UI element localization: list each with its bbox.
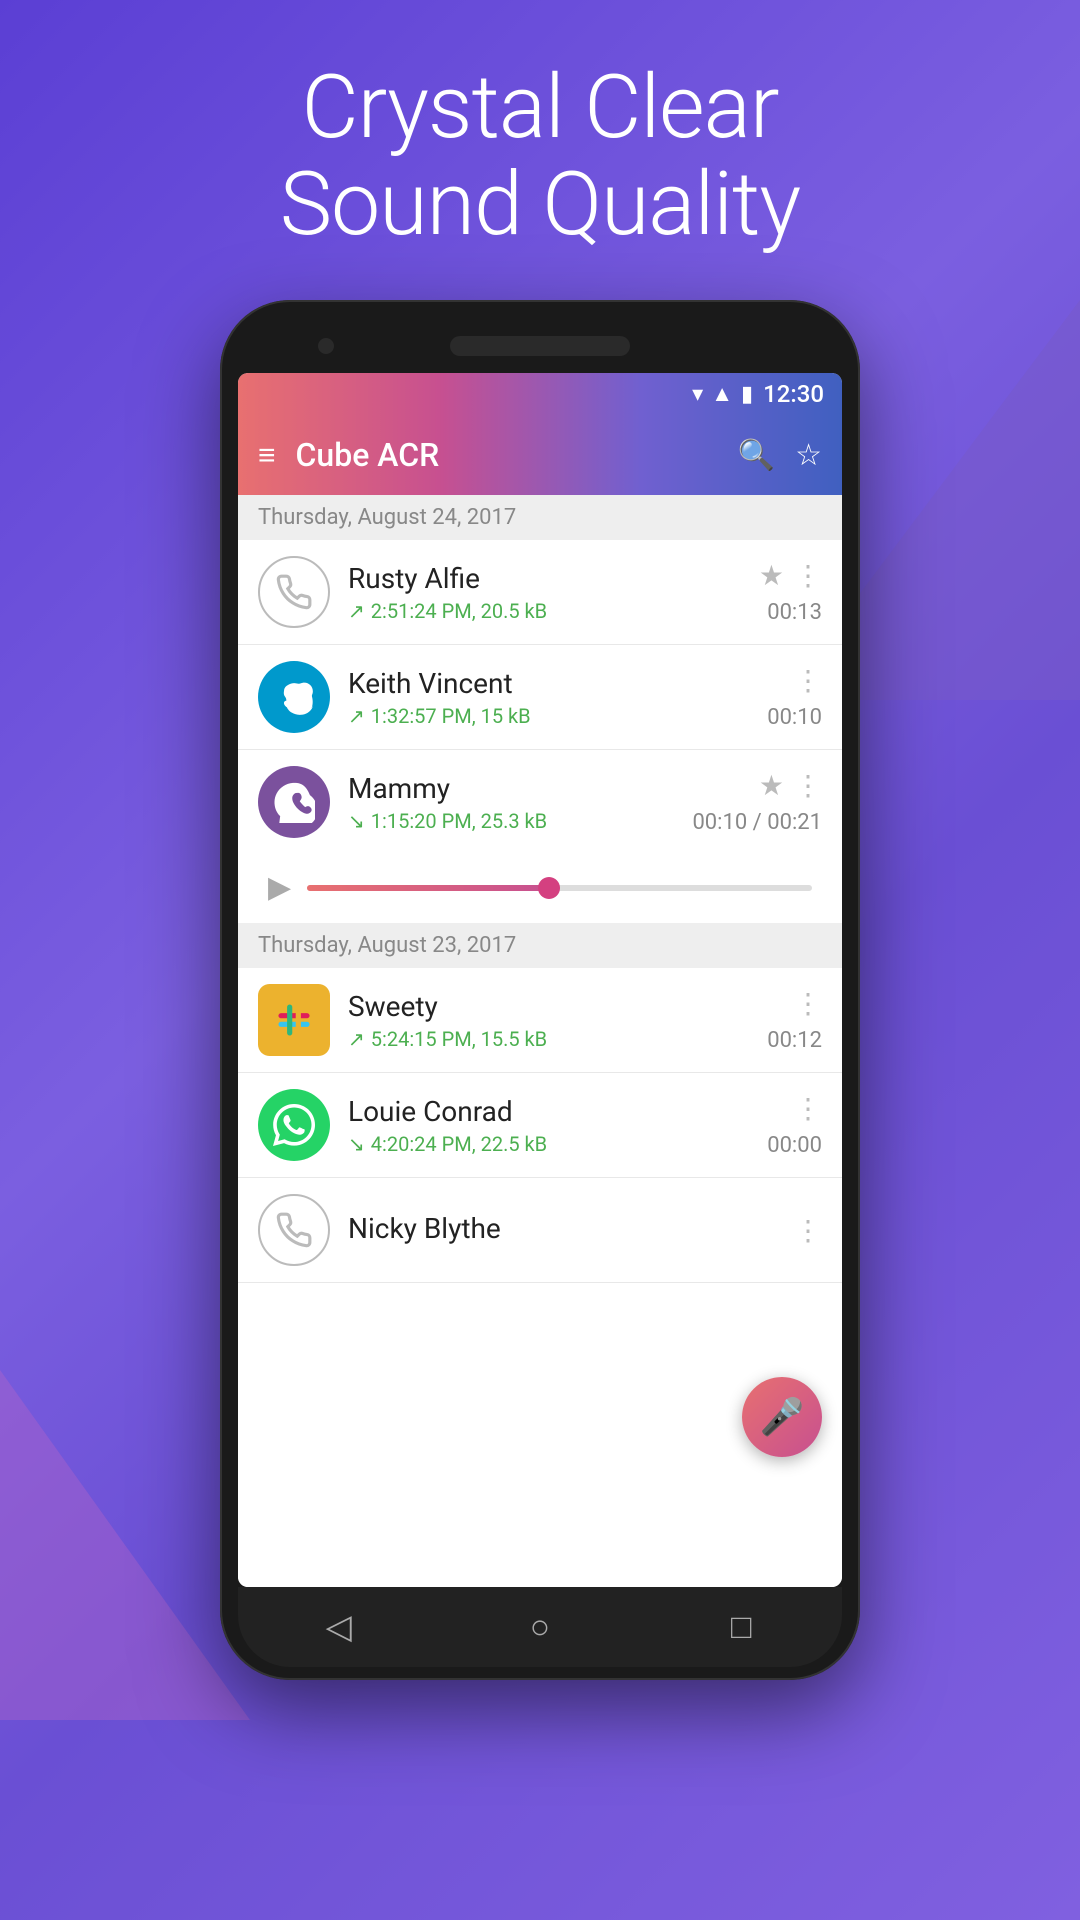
list-item[interactable]: Nicky Blythe ⋮ (238, 1178, 842, 1283)
item-info-keith: Keith Vincent ↗ 1:32:57 PM, 15 kB (348, 667, 749, 728)
direction-icon: ↘ (348, 809, 365, 833)
action-icons: ★ ⋮ (759, 769, 822, 802)
progress-track[interactable] (307, 885, 812, 891)
more-icon[interactable]: ⋮ (794, 769, 822, 802)
avatar-sweety (258, 984, 330, 1056)
play-button[interactable]: ▶ (268, 870, 291, 905)
avatar-rusty (258, 556, 330, 628)
status-icons: ▾ ▲ ▮ (692, 381, 753, 407)
avatar-louie (258, 1089, 330, 1161)
nav-bar: ◁ ○ □ (238, 1587, 842, 1667)
recent-button[interactable]: □ (711, 1597, 771, 1657)
duration: 00:13 (767, 600, 822, 625)
item-right-louie: ⋮ 00:00 (767, 1092, 822, 1158)
contact-name: Nicky Blythe (348, 1212, 776, 1245)
contact-name: Rusty Alfie (348, 562, 741, 595)
player-row: ▶ (258, 856, 822, 923)
avatar-mammy (258, 766, 330, 838)
item-meta-keith: ↗ 1:32:57 PM, 15 kB (348, 704, 749, 728)
avatar-nicky (258, 1194, 330, 1266)
app-bar: ≡ Cube ACR 🔍 ☆ (238, 415, 842, 495)
search-icon[interactable]: 🔍 (738, 438, 775, 473)
action-icons: ⋮ (794, 1214, 822, 1247)
action-icons: ★ ⋮ (759, 559, 822, 592)
microphone-icon: 🎤 (760, 1396, 805, 1438)
more-icon[interactable]: ⋮ (794, 664, 822, 697)
item-right-sweety: ⋮ 00:12 (767, 987, 822, 1053)
item-info-nicky: Nicky Blythe (348, 1212, 776, 1249)
meta-text: 4:20:24 PM, 22.5 kB (371, 1132, 547, 1156)
menu-icon[interactable]: ≡ (258, 438, 276, 473)
hero-line2: Sound Quality (0, 157, 1080, 254)
direction-icon: ↗ (348, 1027, 365, 1051)
meta-text: 1:15:20 PM, 25.3 kB (371, 809, 547, 833)
duration: 00:12 (767, 1028, 822, 1053)
hero-line1: Crystal Clear (0, 60, 1080, 157)
bg-shape-left (0, 1370, 250, 1720)
item-info-rusty: Rusty Alfie ↗ 2:51:24 PM, 20.5 kB (348, 562, 741, 623)
item-meta-rusty: ↗ 2:51:24 PM, 20.5 kB (348, 599, 741, 623)
contact-name: Sweety (348, 990, 749, 1023)
phone-screen: ▾ ▲ ▮ 12:30 ≡ Cube ACR 🔍 ☆ Thursday, Aug… (238, 373, 842, 1587)
item-info-mammy: Mammy ↘ 1:15:20 PM, 25.3 kB (348, 772, 674, 833)
phone-wrapper: ▾ ▲ ▮ 12:30 ≡ Cube ACR 🔍 ☆ Thursday, Aug… (220, 300, 860, 1680)
item-right-nicky: ⋮ (794, 1214, 822, 1247)
status-bar: ▾ ▲ ▮ 12:30 (238, 373, 842, 415)
duration: 00:10 / 00:21 (692, 810, 822, 835)
item-meta-sweety: ↗ 5:24:15 PM, 15.5 kB (348, 1027, 749, 1051)
direction-icon: ↗ (348, 704, 365, 728)
list-item[interactable]: Keith Vincent ↗ 1:32:57 PM, 15 kB ⋮ 00:1… (238, 645, 842, 750)
more-icon[interactable]: ⋮ (794, 1092, 822, 1125)
item-right-keith: ⋮ 00:10 (767, 664, 822, 730)
phone-speaker (450, 336, 630, 356)
battery-icon: ▮ (741, 382, 753, 407)
phone-camera (318, 338, 334, 354)
progress-fill (307, 885, 549, 891)
action-icons: ⋮ (794, 664, 822, 697)
more-icon[interactable]: ⋮ (794, 559, 822, 592)
date-header-1: Thursday, August 24, 2017 (238, 495, 842, 540)
item-right-rusty: ★ ⋮ 00:13 (759, 559, 822, 625)
duration: 00:00 (767, 1133, 822, 1158)
item-info-sweety: Sweety ↗ 5:24:15 PM, 15.5 kB (348, 990, 749, 1051)
meta-text: 1:32:57 PM, 15 kB (371, 704, 531, 728)
list-item[interactable]: Sweety ↗ 5:24:15 PM, 15.5 kB ⋮ 00:12 (238, 968, 842, 1073)
meta-text: 5:24:15 PM, 15.5 kB (371, 1027, 547, 1051)
list-item[interactable]: Rusty Alfie ↗ 2:51:24 PM, 20.5 kB ★ ⋮ 00… (238, 540, 842, 645)
signal-icon: ▲ (711, 381, 733, 407)
contact-name: Mammy (348, 772, 674, 805)
phone-outer: ▾ ▲ ▮ 12:30 ≡ Cube ACR 🔍 ☆ Thursday, Aug… (220, 300, 860, 1680)
date-header-2: Thursday, August 23, 2017 (238, 923, 842, 968)
star-icon[interactable]: ★ (759, 559, 784, 592)
favorites-icon[interactable]: ☆ (795, 438, 822, 473)
list-item[interactable]: Louie Conrad ↘ 4:20:24 PM, 22.5 kB ⋮ 00:… (238, 1073, 842, 1178)
duration: 00:10 (767, 705, 822, 730)
action-icons: ⋮ (794, 987, 822, 1020)
list-item-mammy[interactable]: Mammy ↘ 1:15:20 PM, 25.3 kB ★ ⋮ 00:10 / … (238, 750, 842, 923)
item-info-louie: Louie Conrad ↘ 4:20:24 PM, 22.5 kB (348, 1095, 749, 1156)
meta-text: 2:51:24 PM, 20.5 kB (371, 599, 547, 623)
phone-top-bezel (238, 318, 842, 373)
home-button[interactable]: ○ (510, 1597, 570, 1657)
back-button[interactable]: ◁ (309, 1597, 369, 1657)
app-title: Cube ACR (296, 436, 718, 474)
item-meta-louie: ↘ 4:20:24 PM, 22.5 kB (348, 1132, 749, 1156)
more-icon[interactable]: ⋮ (794, 987, 822, 1020)
item-meta-mammy: ↘ 1:15:20 PM, 25.3 kB (348, 809, 674, 833)
contact-name: Louie Conrad (348, 1095, 749, 1128)
status-time: 12:30 (763, 380, 824, 408)
avatar-keith (258, 661, 330, 733)
record-fab[interactable]: 🎤 (742, 1377, 822, 1457)
star-icon[interactable]: ★ (759, 769, 784, 802)
more-icon[interactable]: ⋮ (794, 1214, 822, 1247)
direction-icon: ↗ (348, 599, 365, 623)
hero-text: Crystal Clear Sound Quality (0, 60, 1080, 254)
action-icons: ⋮ (794, 1092, 822, 1125)
wifi-icon: ▾ (692, 382, 703, 407)
direction-icon: ↘ (348, 1132, 365, 1156)
item-right-mammy: ★ ⋮ 00:10 / 00:21 (692, 769, 822, 835)
contact-name: Keith Vincent (348, 667, 749, 700)
progress-thumb[interactable] (538, 877, 560, 899)
